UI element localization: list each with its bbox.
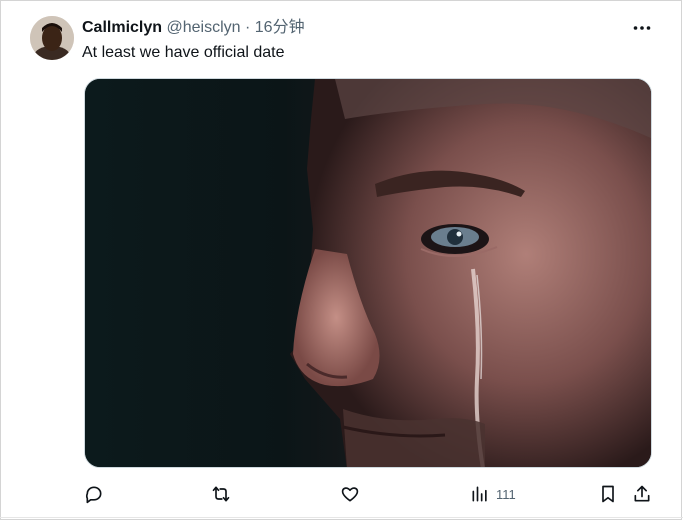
retweet-button[interactable]	[211, 482, 231, 506]
avatar-image	[30, 16, 74, 60]
reply-icon	[85, 486, 102, 504]
user-handle[interactable]: @heisclyn	[166, 19, 240, 36]
tweet-header: Callmiclyn @heisclyn · 16分钟	[82, 18, 305, 38]
bookmark-button[interactable]	[598, 482, 618, 506]
more-icon[interactable]	[632, 18, 652, 38]
views-chart-icon	[472, 486, 487, 502]
reply-button[interactable]	[84, 482, 104, 506]
share-button[interactable]	[632, 482, 652, 506]
tweet-media-image[interactable]	[84, 78, 652, 468]
retweet-icon	[212, 486, 230, 502]
display-name[interactable]: Callmiclyn	[82, 19, 162, 36]
views-button[interactable]: 111	[470, 482, 516, 506]
bookmark-icon	[602, 485, 614, 503]
tweet-actions: 111	[0, 482, 683, 506]
views-count: 111	[496, 486, 516, 502]
avatar[interactable]	[30, 16, 74, 60]
tweet-time[interactable]: 16分钟	[255, 19, 305, 36]
share-icon	[634, 485, 650, 502]
like-icon	[341, 487, 359, 502]
tweet-text: At least we have official date	[82, 44, 285, 61]
header-separator: ·	[244, 19, 251, 36]
bottom-divider	[0, 517, 683, 518]
crying-man-photo	[85, 79, 651, 467]
like-button[interactable]	[340, 482, 360, 506]
